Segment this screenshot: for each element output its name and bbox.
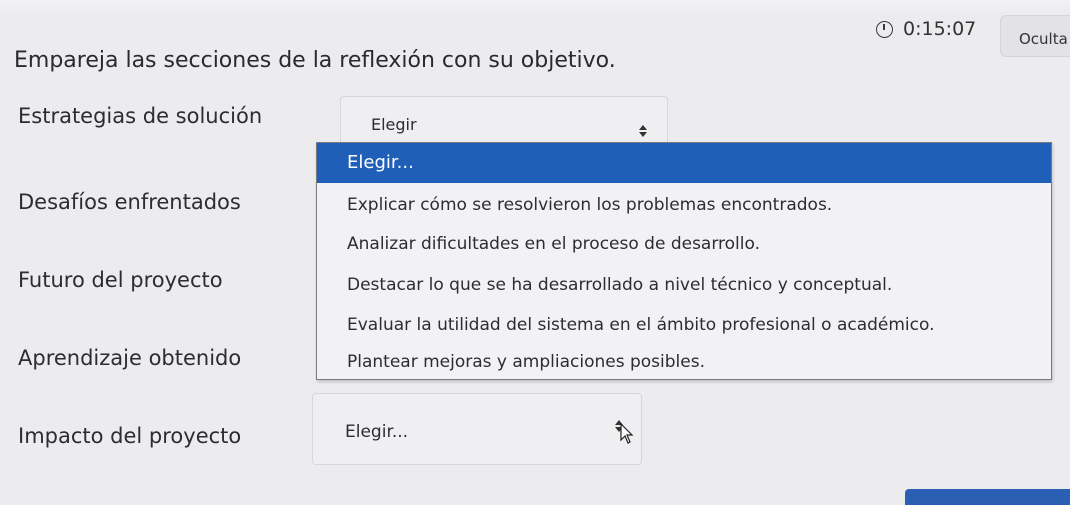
row-label-desafios: Desafíos enfrentados — [18, 190, 241, 214]
select-arrows-icon — [639, 125, 647, 137]
select-estrategias-value: Elegir — [371, 115, 417, 134]
dropdown-option[interactable]: Evaluar la utilidad del sistema en el ám… — [317, 305, 1051, 345]
select-impacto[interactable]: Elegir... — [312, 393, 642, 465]
dropdown-option[interactable]: Analizar dificultades en el proceso de d… — [317, 224, 1051, 264]
timer-text: 0:15:07 — [903, 18, 977, 40]
dropdown-option[interactable]: Elegir... — [317, 143, 1051, 183]
dropdown-option[interactable]: Explicar cómo se resolvieron los problem… — [317, 185, 1051, 225]
select-estrategias[interactable]: Elegir — [340, 96, 668, 148]
hide-button[interactable]: Oculta — [1000, 15, 1070, 57]
row-label-futuro: Futuro del proyecto — [18, 268, 223, 292]
row-label-impacto: Impacto del proyecto — [18, 424, 242, 448]
select-impacto-value: Elegir... — [345, 422, 409, 442]
question-text: Empareja las secciones de la reflexión c… — [14, 48, 616, 73]
top-border — [0, 0, 1070, 14]
accent-bar — [905, 489, 1070, 505]
dropdown-list: Elegir... Explicar cómo se resolvieron l… — [316, 142, 1052, 380]
mouse-cursor-icon — [620, 423, 634, 444]
row-label-estrategias: Estrategias de solución — [18, 104, 263, 128]
dropdown-option[interactable]: Plantear mejoras y ampliaciones posibles… — [317, 345, 1051, 379]
row-label-aprendizaje: Aprendizaje obtenido — [18, 346, 242, 370]
dropdown-option[interactable]: Destacar lo que se ha desarrollado a niv… — [317, 265, 1051, 305]
timer: 0:15:07 — [876, 18, 976, 40]
clock-icon — [876, 20, 893, 38]
